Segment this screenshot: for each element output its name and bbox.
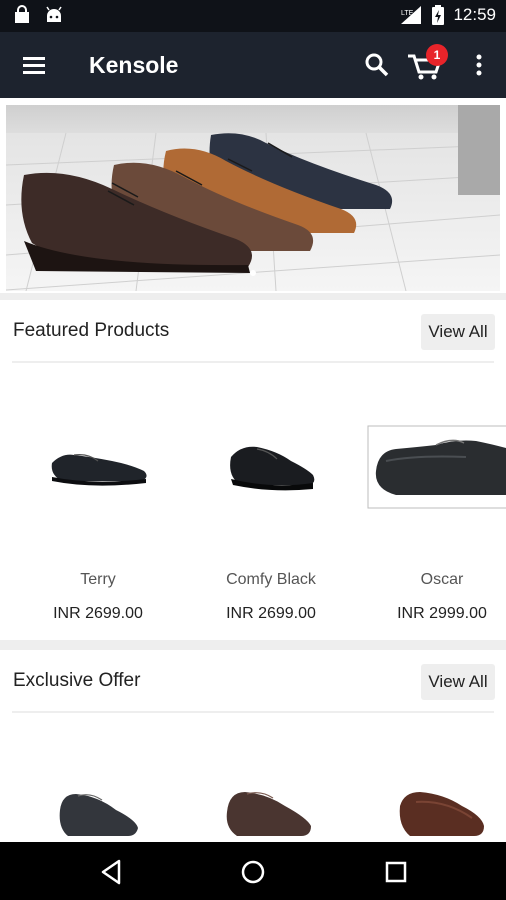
exclusive-view-all-button[interactable]: View All <box>421 664 495 700</box>
featured-view-all-button[interactable]: View All <box>421 314 495 350</box>
cart-button[interactable]: 1 <box>406 44 448 82</box>
android-icon <box>46 6 62 22</box>
product-image <box>367 425 506 509</box>
status-time: 12:59 <box>453 5 496 24</box>
status-bar: LTE 12:59 <box>0 0 506 32</box>
app-title: Kensole <box>89 52 179 78</box>
system-nav-bar <box>0 842 506 900</box>
recents-icon[interactable] <box>381 857 411 887</box>
status-left <box>12 5 64 25</box>
app-screen: LTE 12:59 Kensole 1 Featured Products Vi… <box>0 0 506 900</box>
banner-dot[interactable] <box>250 270 256 276</box>
section-spacer <box>0 640 506 650</box>
offer-card[interactable] <box>185 740 357 842</box>
shopping-bag-icon <box>15 5 29 23</box>
product-image <box>226 792 311 836</box>
product-name: Terry <box>80 571 116 588</box>
home-icon[interactable] <box>238 857 268 887</box>
exclusive-divider <box>12 711 494 713</box>
product-price: INR 2699.00 <box>53 605 143 622</box>
product-image <box>230 446 315 491</box>
more-vert-icon[interactable] <box>468 50 490 80</box>
exclusive-title: Exclusive Offer <box>13 670 141 691</box>
featured-divider <box>12 361 494 363</box>
app-bar: Kensole 1 <box>0 32 506 98</box>
offer-card[interactable] <box>356 740 506 842</box>
search-icon[interactable] <box>362 50 392 80</box>
featured-header: Featured Products View All <box>0 300 506 362</box>
banner-indicator <box>6 263 500 281</box>
status-right: LTE 12:59 <box>399 4 496 26</box>
product-price: INR 2999.00 <box>397 605 487 622</box>
cart-badge: 1 <box>426 44 448 66</box>
product-card-terry[interactable]: Terry INR 2699.00 <box>12 395 184 635</box>
product-name: Comfy Black <box>226 571 316 588</box>
product-name: Oscar <box>420 571 464 588</box>
product-image <box>51 454 147 486</box>
network-type: LTE <box>401 10 414 17</box>
signal-icon: LTE <box>401 6 422 24</box>
promo-banner[interactable] <box>6 105 500 291</box>
product-card-comfy-black[interactable]: Comfy Black INR 2699.00 <box>185 395 357 635</box>
product-image <box>399 792 484 836</box>
product-price: INR 2699.00 <box>226 605 316 622</box>
exclusive-header: Exclusive Offer View All <box>0 650 506 712</box>
battery-icon <box>432 5 445 25</box>
back-icon[interactable] <box>97 857 127 887</box>
featured-title: Featured Products <box>13 320 170 341</box>
product-image <box>59 794 138 836</box>
menu-icon[interactable] <box>18 50 50 80</box>
product-card-oscar[interactable]: Oscar INR 2999.00 <box>356 395 506 635</box>
offer-card[interactable] <box>12 740 184 842</box>
